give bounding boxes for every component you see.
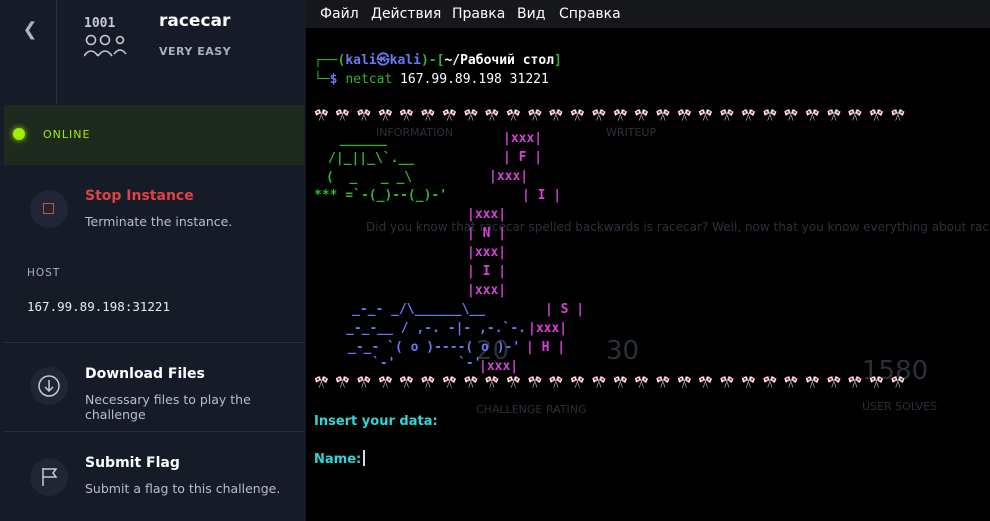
challenge-difficulty: VERY EASY xyxy=(159,45,232,58)
divider xyxy=(56,0,57,104)
stop-instance-title: Stop Instance xyxy=(85,188,194,204)
name-input-line[interactable]: Name: xyxy=(314,450,366,469)
flag-letter-block: | N | xyxy=(467,226,507,241)
shell-prompt-line2: └─$ netcat 167.99.89.198 31221 xyxy=(314,72,549,87)
insert-data-prompt: Insert your data: xyxy=(314,414,438,429)
ghost-rating-label: CHALLENGE RATING xyxy=(476,403,587,416)
download-icon xyxy=(30,367,68,405)
menu-edit[interactable]: Правка xyxy=(452,6,505,22)
name-prompt: Name: xyxy=(314,452,362,467)
challenge-name: racecar xyxy=(159,11,231,31)
stop-icon xyxy=(30,190,68,228)
terminal-menubar: Файл Действия Правка Вид Справка xyxy=(306,0,990,28)
car2-art-line: _-_-__ / ,-. -|- ,-.`-. xyxy=(346,321,527,336)
command-name: netcat xyxy=(345,72,393,87)
car-art-line: *** =`-(_)--(_)-' xyxy=(314,188,448,203)
submit-flag-button[interactable]: Submit Flag Submit a flag to this challe… xyxy=(4,432,304,521)
flag-letter-block: | F | xyxy=(503,150,543,165)
host-address[interactable]: 167.99.89.198:31221 xyxy=(27,299,170,314)
ghost-tab-information: INFORMATION xyxy=(376,126,454,139)
flag-letter-block: |xxx| xyxy=(479,359,519,374)
flag-letter-block: |xxx| xyxy=(528,321,568,336)
download-files-title: Download Files xyxy=(85,366,205,382)
shell-prompt-line1: ┌──(kali㉿kali)-[~/Рабочий стол] xyxy=(314,53,562,68)
car-art-line: ______ xyxy=(332,132,387,147)
flag-letter-block: |xxx| xyxy=(467,283,507,298)
ghost-tab-writeup: WRITEUP xyxy=(606,126,657,139)
ghost-solves-label: USER SOLVES xyxy=(862,400,938,413)
prompt-user: kali xyxy=(345,53,377,68)
flag-letter-block: |xxx| xyxy=(467,207,507,222)
menu-help[interactable]: Справка xyxy=(559,6,621,22)
menu-view[interactable]: Вид xyxy=(517,6,545,22)
command-args: 167.99.89.198 31221 xyxy=(400,72,549,87)
svg-text:1001: 1001 xyxy=(84,16,115,31)
prompt-host: kali xyxy=(389,53,421,68)
menu-actions[interactable]: Действия xyxy=(371,6,441,22)
menu-file[interactable]: Файл xyxy=(320,6,359,22)
ghost-description: Did you know that racecar spelled backwa… xyxy=(366,220,990,234)
terminal-window[interactable]: Файл Действия Правка Вид Справка INFORMA… xyxy=(306,0,990,521)
car2-art-line: `-' `-' xyxy=(372,356,482,371)
status-label: ONLINE xyxy=(43,128,91,141)
prompt-symbol: $ xyxy=(329,72,338,87)
flag-letter-block: | I | xyxy=(467,264,507,279)
flag-letter-block: | S | xyxy=(545,302,585,317)
challenge-sidebar: ❮ 1001 racecar VERY EASY ONLINE Stop Ins… xyxy=(0,0,306,521)
prompt-path: ~/Рабочий стол xyxy=(444,53,555,68)
flag-icon xyxy=(30,458,68,496)
instance-status-row: ONLINE xyxy=(4,105,304,165)
flag-letter-block: | H | xyxy=(526,340,566,355)
flags-row-bottom: 🎌 🎌 🎌 🎌 🎌 🎌 🎌 🎌 🎌 🎌 🎌 🎌 🎌 🎌 🎌 🎌 🎌 🎌 🎌 🎌 … xyxy=(314,375,907,389)
flag-letter-block: | I | xyxy=(522,188,562,203)
flag-letter-block: |xxx| xyxy=(489,169,529,184)
stop-instance-subtitle: Terminate the instance. xyxy=(85,214,233,229)
terminal-body[interactable]: INFORMATION WRITEUP Did you know that ra… xyxy=(306,28,990,521)
car-art-line: /|_||_\`.__ xyxy=(328,151,415,166)
download-files-button[interactable]: Download Files Necessary files to play t… xyxy=(4,343,304,431)
car-art-line: ( _ _ _\ xyxy=(326,170,413,185)
host-label: HOST xyxy=(27,267,61,279)
challenge-category-icon: 1001 xyxy=(83,14,128,60)
text-cursor xyxy=(363,450,366,466)
download-files-subtitle: Necessary files to play the challenge xyxy=(85,392,251,422)
stop-instance-button[interactable]: Stop Instance Terminate the instance. xyxy=(4,166,304,256)
submit-flag-title: Submit Flag xyxy=(85,455,180,471)
flags-row-top: 🎌 🎌 🎌 🎌 🎌 🎌 🎌 🎌 🎌 🎌 🎌 🎌 🎌 🎌 🎌 🎌 🎌 🎌 🎌 🎌 … xyxy=(314,108,907,122)
submit-flag-subtitle: Submit a flag to this challenge. xyxy=(85,481,281,496)
back-chevron-icon[interactable]: ❮ xyxy=(18,18,42,42)
ghost-likes: 30 xyxy=(606,336,640,366)
flag-letter-block: |xxx| xyxy=(467,245,507,260)
online-status-icon xyxy=(13,128,25,140)
car2-art-line: _-_- _/\______\__ xyxy=(352,302,486,317)
flag-letter-block: |xxx| xyxy=(503,131,543,146)
